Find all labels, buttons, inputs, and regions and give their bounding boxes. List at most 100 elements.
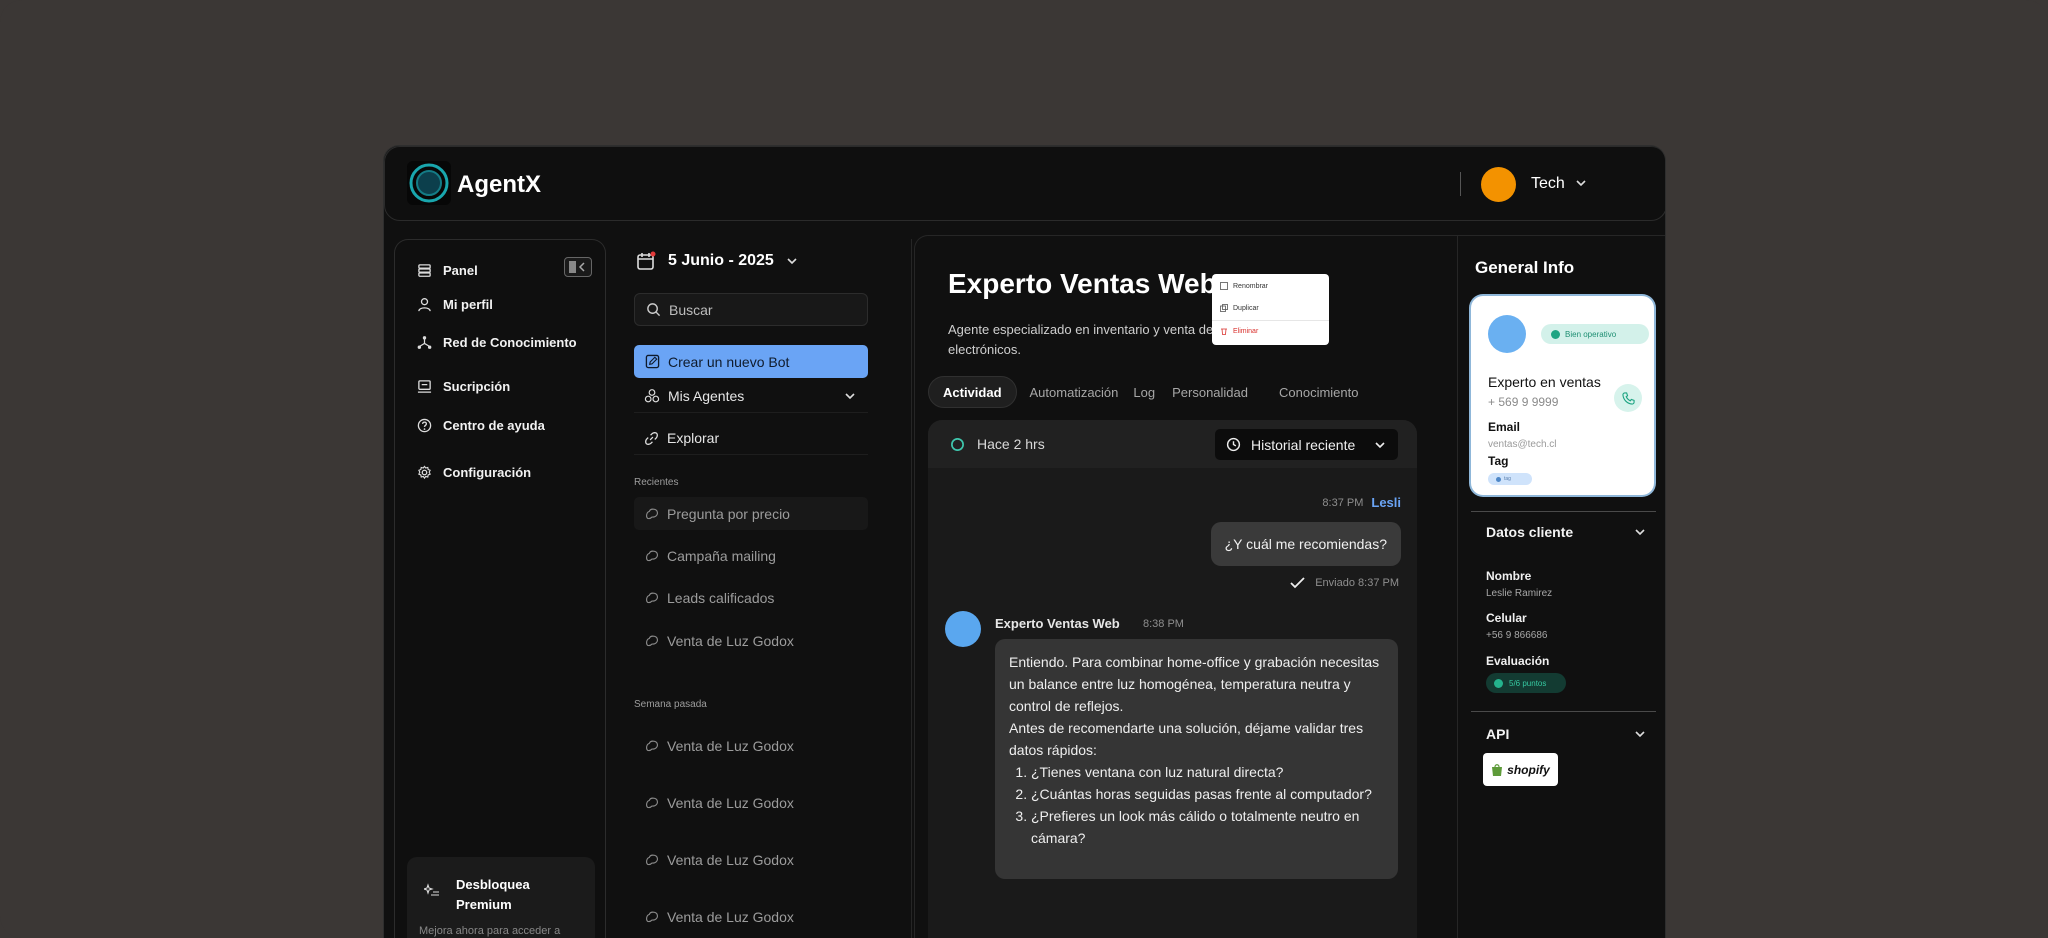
recent-item[interactable]: Campaña mailing	[634, 539, 868, 572]
recent-item-label: Leads calificados	[667, 589, 775, 606]
tab-conocimiento[interactable]: Conocimiento	[1268, 376, 1370, 408]
tag-value: tag	[1504, 476, 1511, 482]
sidebar-item-label: Mi perfil	[443, 297, 493, 312]
tab-actividad[interactable]: Actividad	[928, 376, 1017, 408]
delete-label: Eliminar	[1233, 327, 1259, 335]
agent-avatar	[1488, 315, 1526, 353]
last-week-item-label: Venta de Luz Godox	[667, 794, 794, 811]
shopify-label: shopify	[1507, 762, 1550, 777]
message-status: Enviado 8:37 PM	[1290, 577, 1399, 589]
bot-message-name: Experto Ventas Web	[995, 616, 1120, 631]
delete-menu-item[interactable]: Eliminar	[1220, 327, 1258, 335]
list-item: ¿Cuántas horas seguidas pasas frente al …	[1031, 783, 1384, 805]
client-name-value: Leslie Ramirez	[1486, 588, 1553, 599]
top-bar: AgentX Tech	[384, 146, 1665, 221]
bot-message-list: ¿Tienes ventana con luz natural directa?…	[1009, 761, 1384, 849]
tab-personalidad[interactable]: Personalidad	[1161, 376, 1268, 408]
bot-message-paragraph: Entiendo. Para combinar home-office y gr…	[1009, 654, 1380, 714]
create-bot-label: Crear un nuevo Bot	[668, 353, 790, 370]
divider	[1471, 711, 1656, 712]
user-icon	[418, 298, 431, 312]
logo-icon	[407, 161, 451, 205]
help-icon	[417, 418, 432, 433]
database-icon	[418, 264, 431, 277]
call-button[interactable]	[1614, 384, 1642, 412]
recent-item[interactable]: Pregunta por precio	[634, 497, 868, 530]
premium-banner[interactable]: Desbloquea Premium Mejora ahora para acc…	[407, 857, 595, 938]
collapse-sidebar-button[interactable]	[564, 257, 592, 277]
last-week-section-label: Semana pasada	[634, 699, 707, 710]
tag-label: Tag	[1488, 454, 1509, 468]
sparkle-icon	[424, 883, 439, 896]
screen-background: AgentX Tech Panel Mi perfil Red de Conoc…	[0, 0, 2048, 938]
history-label: Historial reciente	[1251, 436, 1356, 453]
tab-automatizacion[interactable]: Automatización	[1017, 376, 1130, 408]
history-dropdown[interactable]: Historial reciente	[1215, 429, 1398, 460]
last-week-item-label: Venta de Luz Godox	[667, 737, 794, 754]
user-name[interactable]: Tech	[1531, 175, 1565, 193]
phone-icon	[1621, 391, 1635, 405]
rename-menu-item[interactable]: Renombrar	[1220, 282, 1268, 290]
sidebar-item-profile[interactable]: Mi perfil	[417, 297, 493, 312]
chevron-down-icon	[1635, 529, 1645, 536]
chat-header: Hace 2 hrs Historial reciente	[928, 420, 1417, 468]
user-avatar[interactable]	[1481, 167, 1516, 202]
client-data-section[interactable]: Datos cliente	[1486, 524, 1646, 540]
recent-item[interactable]: Leads calificados	[634, 581, 868, 614]
chat-icon	[646, 740, 658, 751]
chat-icon	[646, 854, 658, 865]
tab-log[interactable]: Log	[1129, 376, 1161, 408]
search-input[interactable]: Buscar	[634, 293, 868, 326]
chat-panel: Hace 2 hrs Historial reciente 8:37 PM Le…	[928, 420, 1417, 938]
evaluation-value: 5/6 puntos	[1509, 678, 1547, 688]
sidebar-item-knowledge[interactable]: Red de Conocimiento	[417, 335, 577, 350]
clock-icon	[1226, 437, 1241, 452]
last-week-item[interactable]: Venta de Luz Godox	[634, 786, 868, 819]
bot-message-time: 8:38 PM	[1143, 618, 1184, 630]
last-week-item[interactable]: Venta de Luz Godox	[634, 843, 868, 876]
client-cell-label: Celular	[1486, 611, 1527, 625]
my-agents-dropdown[interactable]: Mis Agentes	[634, 380, 868, 413]
user-message-bubble: ¿Y cuál me recomiendas?	[1210, 522, 1401, 566]
date-selector[interactable]: 5 Junio - 2025	[636, 251, 798, 271]
chevron-down-icon	[845, 393, 855, 400]
sidebar-item-help[interactable]: Centro de ayuda	[417, 418, 545, 433]
sidebar-item-label: Centro de ayuda	[443, 418, 545, 433]
last-week-item[interactable]: Venta de Luz Godox	[634, 729, 868, 762]
chat-icon	[646, 635, 658, 646]
api-section[interactable]: API	[1486, 726, 1646, 742]
sidebar-item-panel[interactable]: Panel	[417, 263, 478, 278]
premium-title: Desbloquea Premium	[456, 877, 530, 912]
status-label: Bien operativo	[1565, 329, 1617, 339]
recent-item[interactable]: Venta de Luz Godox	[634, 624, 868, 657]
elapsed-label: Hace 2 hrs	[977, 436, 1045, 452]
create-bot-button[interactable]: Crear un nuevo Bot	[634, 345, 868, 378]
sidebar-item-label: Configuración	[443, 465, 532, 480]
duplicate-menu-item[interactable]: Duplicar	[1220, 304, 1259, 312]
duplicate-label: Duplicar	[1233, 304, 1259, 312]
bot-avatar	[945, 611, 981, 647]
chevron-down-icon[interactable]	[1575, 176, 1587, 194]
chat-icon	[646, 550, 658, 561]
sidebar-item-label: Sucripción	[443, 379, 511, 394]
shopping-bag-icon	[1492, 763, 1503, 776]
explore-link[interactable]: Explorar	[634, 422, 868, 455]
agent-card: Bien operativo Experto en ventas + 569 9…	[1471, 296, 1654, 495]
sidebar-item-settings[interactable]: Configuración	[417, 465, 531, 480]
chat-icon	[646, 797, 658, 808]
gear-icon	[418, 465, 431, 480]
current-date: 5 Junio - 2025	[668, 252, 774, 269]
edit-icon	[645, 354, 660, 369]
last-week-item[interactable]: Venta de Luz Godox	[634, 900, 868, 933]
link-icon	[645, 431, 658, 445]
shopify-integration[interactable]: shopify	[1483, 753, 1558, 786]
chevron-down-icon	[1635, 731, 1645, 738]
sidebar-item-subscription[interactable]: Sucripción	[417, 379, 510, 394]
agent-phone: + 569 9 9999	[1488, 395, 1559, 409]
search-placeholder: Buscar	[669, 301, 713, 318]
list-item: ¿Tienes ventana con luz natural directa?	[1031, 761, 1384, 783]
chat-icon	[646, 911, 658, 922]
chevron-down-icon	[1375, 441, 1385, 448]
client-cell-value: +56 9 866686	[1486, 630, 1548, 641]
explore-label: Explorar	[667, 430, 720, 446]
